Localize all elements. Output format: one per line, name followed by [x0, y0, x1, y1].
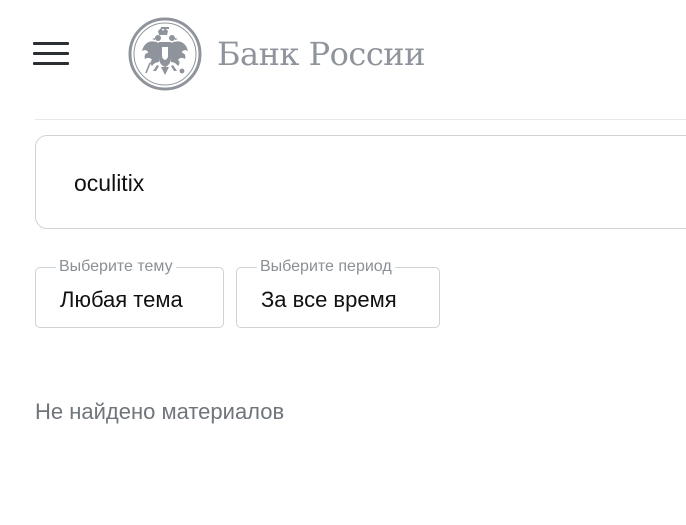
logo-text: Банк России — [217, 35, 425, 73]
topic-select-value: Любая тема — [60, 287, 183, 312]
bank-logo[interactable]: Банк России — [128, 17, 425, 91]
period-select[interactable]: Выберите период За все время — [236, 258, 440, 328]
page: Банк России Выберите тему Любая тема Выб… — [0, 0, 686, 525]
topic-select[interactable]: Выберите тему Любая тема — [35, 258, 224, 328]
empty-results-message: Не найдено материалов — [35, 399, 285, 424]
eagle-emblem-icon — [128, 17, 202, 91]
period-select-label: Выберите период — [257, 258, 395, 276]
period-select-value: За все время — [261, 287, 397, 312]
hamburger-menu-icon[interactable] — [33, 42, 69, 66]
header-divider — [35, 119, 686, 120]
topic-select-label: Выберите тему — [56, 258, 176, 276]
search-input[interactable] — [72, 136, 676, 230]
search-box — [35, 135, 686, 230]
